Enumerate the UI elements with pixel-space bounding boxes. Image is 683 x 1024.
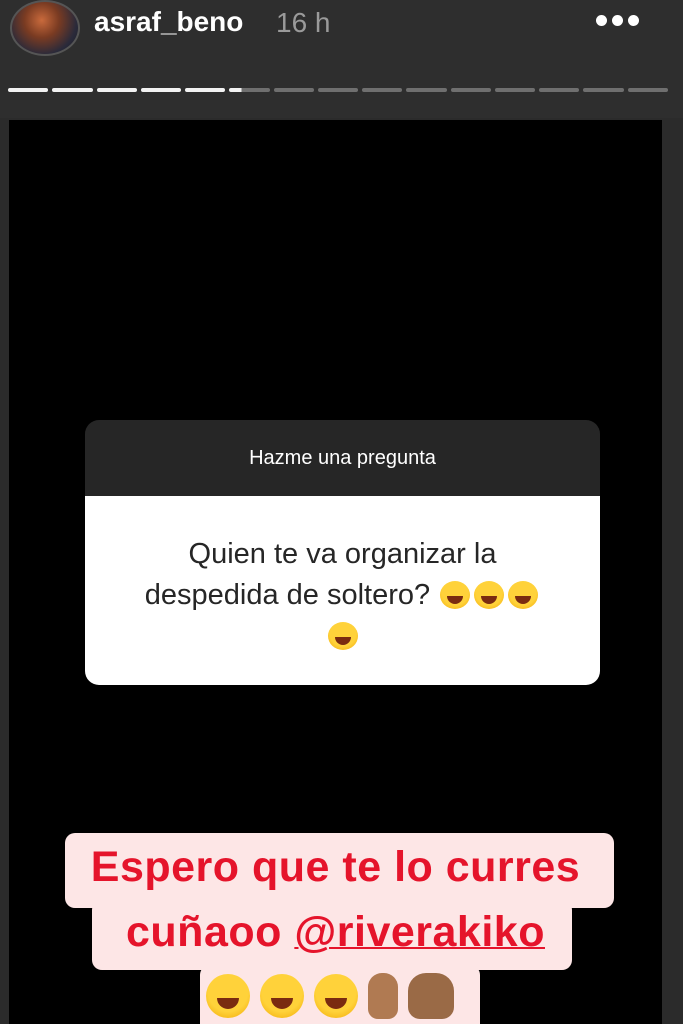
progress-segment — [362, 88, 403, 92]
post-time: 16 h — [276, 7, 331, 38]
tears-of-joy-emoji — [474, 581, 505, 609]
question-line-1: Quien te va organizar la — [188, 538, 497, 570]
progress-segment — [539, 88, 580, 92]
progress-segment — [406, 88, 447, 92]
victory-hand-emoji — [368, 973, 398, 1019]
story-progress-bar — [8, 88, 668, 93]
progress-segment — [185, 88, 226, 92]
partying-face-emoji — [314, 974, 358, 1018]
caption-text: cuñaoo — [126, 908, 295, 956]
question-text: Quien te va organizar la despedida de so… — [85, 496, 600, 685]
tears-of-joy-emoji — [260, 974, 304, 1018]
progress-segment — [273, 88, 314, 92]
raised-hands-emoji — [408, 973, 454, 1019]
progress-segment — [627, 88, 668, 92]
question-line-2: despedida de soltero? — [144, 579, 431, 611]
progress-segment — [450, 88, 491, 92]
question-sticker-title: Hazme una pregunta — [85, 420, 600, 496]
caption-line-1: Espero que te lo curres — [90, 843, 581, 891]
progress-segment — [8, 88, 49, 92]
tears-of-joy-emoji — [440, 581, 471, 609]
progress-segment — [229, 88, 270, 92]
sweat-smile-emoji — [206, 974, 250, 1018]
progress-segment — [583, 88, 624, 92]
profile-avatar[interactable] — [10, 0, 80, 56]
progress-segment — [494, 88, 536, 92]
progress-segment — [52, 88, 93, 92]
question-sticker: Hazme una pregunta Quien te va organizar… — [85, 420, 600, 685]
progress-segment — [140, 88, 182, 92]
caption-emoji-row — [206, 972, 476, 1020]
caption-line-2: cuñaoo @riverakiko — [9, 908, 662, 957]
tears-of-joy-emoji — [327, 622, 358, 650]
tears-of-joy-emoji — [508, 581, 539, 609]
progress-segment — [317, 88, 359, 92]
mention-link[interactable]: @riverakiko — [294, 908, 545, 956]
username[interactable]: asraf_beno — [94, 6, 243, 38]
more-options-icon[interactable] — [596, 8, 644, 32]
progress-segment — [96, 88, 137, 92]
story-header: asraf_beno 16 h — [0, 0, 683, 118]
